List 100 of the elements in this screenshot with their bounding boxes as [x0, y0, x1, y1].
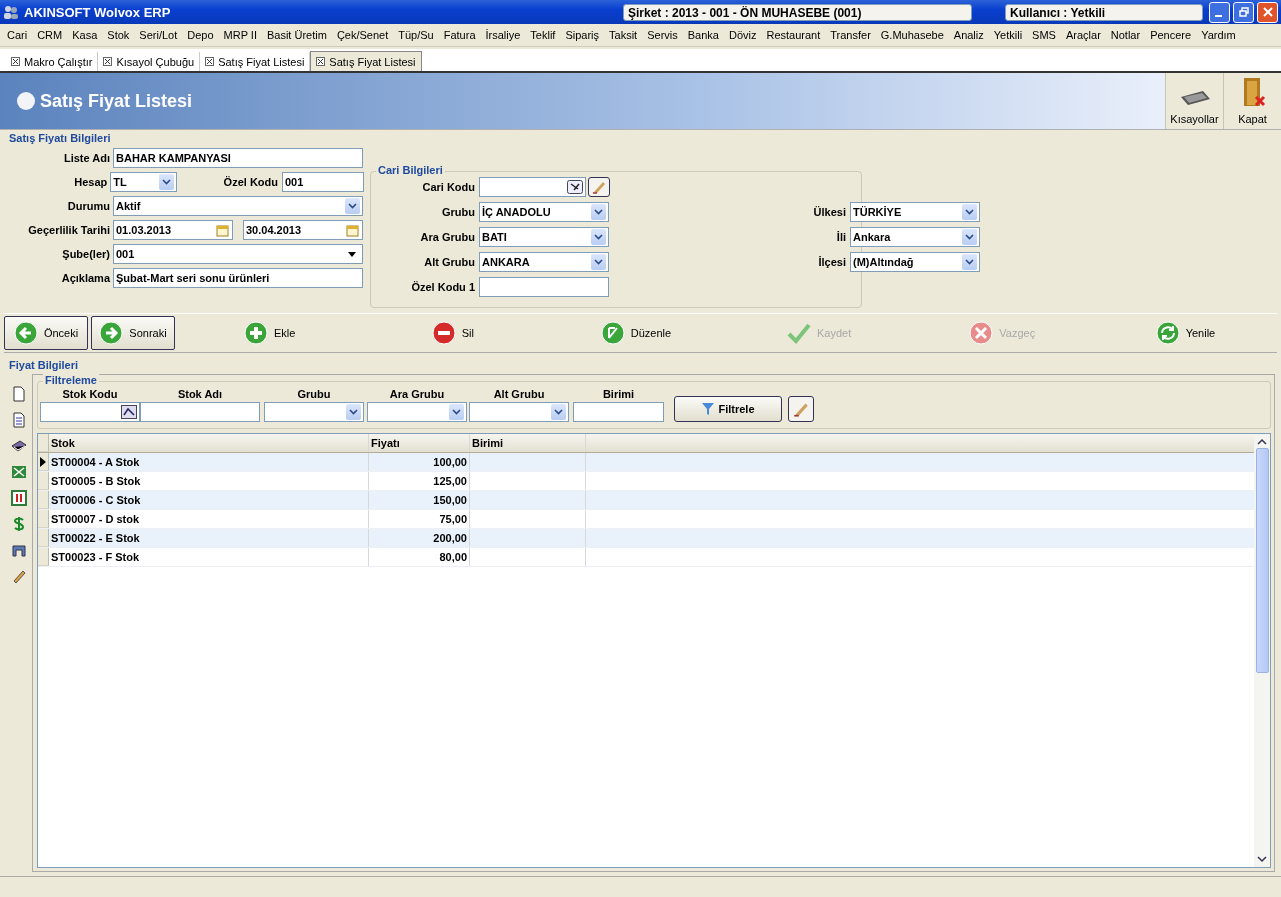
menu-item[interactable]: Sipariş	[560, 29, 605, 41]
eraser-button[interactable]	[788, 396, 814, 422]
dropdown[interactable]: 001	[113, 244, 363, 264]
dropdown[interactable]: BATI	[479, 227, 609, 247]
menu-item[interactable]: Taksit	[604, 29, 643, 41]
field-label: Şube(ler)	[61, 248, 111, 260]
menu-item[interactable]: Teklif	[525, 29, 561, 41]
menu-item[interactable]: MRP II	[218, 29, 262, 41]
dropdown[interactable]	[469, 402, 569, 422]
restore-button[interactable]	[1233, 1, 1254, 23]
input-field[interactable]: BAHAR KAMPANYASI	[113, 148, 363, 168]
plus-icon	[243, 321, 268, 345]
scrollbar[interactable]	[1254, 434, 1270, 867]
menu-item[interactable]: Çek/Senet	[331, 29, 394, 41]
dropdown[interactable]: İÇ ANADOLU	[479, 202, 609, 222]
input-field[interactable]: 001	[282, 172, 364, 192]
menu-item[interactable]: Servis	[642, 29, 683, 41]
checkmark-icon	[786, 321, 811, 345]
date-field[interactable]: 30.04.2013	[243, 220, 363, 240]
input-field[interactable]: Şubat-Mart seri sonu ürünleri	[113, 268, 363, 288]
field-label: İlçesi	[817, 256, 847, 268]
menu-item[interactable]: Kasa	[67, 29, 103, 41]
menu-item[interactable]: CRM	[32, 29, 68, 41]
people-icon	[3, 4, 19, 20]
dropdown[interactable]: Ankara	[850, 227, 980, 247]
menu-item[interactable]: G.Muhasebe	[875, 29, 949, 41]
input-field[interactable]	[573, 402, 664, 422]
field-label: Alt Grubu	[493, 388, 545, 402]
dropdown[interactable]: TL	[110, 172, 177, 192]
field-label: İli	[835, 231, 847, 243]
menu-item[interactable]: Banka	[682, 29, 724, 41]
dropdown[interactable]: Aktif	[113, 196, 363, 216]
eraser-icon	[591, 179, 607, 195]
table-cell: ST00004 - A Stok	[49, 453, 369, 471]
menu-item[interactable]: Notlar	[1105, 29, 1146, 41]
chevron-down-icon[interactable]	[1257, 855, 1267, 863]
tab[interactable]: Makro Çalıştır	[6, 52, 99, 71]
field-label: Özel Kodu	[222, 176, 279, 188]
menu-item[interactable]: Yardım	[1196, 29, 1241, 41]
table-cell: 125,00	[369, 472, 470, 490]
menu-item[interactable]: Seri/Lot	[134, 29, 183, 41]
lookup-icon[interactable]	[567, 180, 583, 194]
menu-item[interactable]: Döviz	[723, 29, 762, 41]
close-button[interactable]	[1257, 1, 1278, 23]
chevron-down-icon	[158, 174, 174, 190]
company-field: Şirket : 2013 - 001 - ÖN MUHASEBE (001)	[623, 3, 972, 21]
scrollbar-thumb[interactable]	[1255, 448, 1269, 673]
filter-button[interactable]: Filtrele	[674, 396, 782, 422]
menu-item[interactable]: Pencere	[1145, 29, 1197, 41]
dropdown[interactable]: TÜRKİYE	[850, 202, 980, 222]
input-field[interactable]	[479, 277, 609, 297]
section-title: Satış Fiyatı Bilgileri	[8, 131, 112, 146]
menu-item[interactable]: Tüp/Su	[393, 29, 439, 41]
lookup-icon[interactable]	[121, 405, 137, 419]
tab[interactable]: Satış Fiyat Listesi	[310, 51, 422, 71]
menu-item[interactable]: Transfer	[825, 29, 876, 41]
chevron-down-icon	[962, 254, 977, 270]
dropdown[interactable]	[264, 402, 364, 422]
menu-item[interactable]: Restaurant	[761, 29, 826, 41]
prev-button[interactable]: Önceki	[4, 316, 88, 350]
chevron-down-icon	[591, 254, 606, 270]
table-cell: ST00006 - C Stok	[49, 491, 369, 509]
menu-item[interactable]: Araçlar	[1060, 29, 1106, 41]
field-label: Grubu	[441, 206, 476, 218]
table-cell: 75,00	[369, 510, 470, 528]
menu-item[interactable]: Basit Üretim	[261, 29, 332, 41]
dropdown[interactable]: (M)Altındağ	[850, 252, 980, 272]
page-title: Satış Fiyat Listesi	[40, 90, 193, 112]
close-icon	[1262, 7, 1273, 17]
chevron-up-icon[interactable]	[1257, 438, 1267, 446]
input-field[interactable]	[40, 402, 140, 422]
field-label: Durumu	[66, 200, 111, 212]
input-field[interactable]	[140, 402, 260, 422]
menu-item[interactable]: SMS	[1027, 29, 1061, 41]
menu-item[interactable]: Yetkili	[988, 29, 1028, 41]
menu-item[interactable]: Cari	[2, 29, 33, 41]
row-indicator[interactable]	[38, 453, 49, 471]
menu-item[interactable]: Fatura	[438, 29, 481, 41]
minimize-button[interactable]	[1209, 1, 1230, 23]
menu-item[interactable]: Stok	[102, 29, 135, 41]
menu-item[interactable]: Depo	[182, 29, 219, 41]
window-title: AKINSOFT Wolvox ERP	[24, 4, 172, 20]
menu-item[interactable]: Analiz	[948, 29, 989, 41]
tab[interactable]: Kısayol Çubuğu	[98, 52, 201, 71]
field-label: Birimi	[602, 388, 635, 402]
eraser-button[interactable]	[588, 177, 610, 197]
field-label: Liste Adı	[62, 152, 111, 164]
next-button[interactable]: Sonraki	[91, 316, 175, 350]
group-title: Cari Bilgileri	[376, 164, 445, 176]
shortcuts-button[interactable]: Kısayollar	[1165, 73, 1223, 129]
arrow-right-icon	[99, 321, 124, 345]
dropdown[interactable]	[367, 402, 467, 422]
field-label: Açıklama	[60, 272, 112, 284]
user-field: Kullanıcı : Yetkili	[1005, 3, 1203, 21]
input-field[interactable]	[479, 177, 586, 197]
close-icon	[103, 57, 113, 66]
menu-item[interactable]: İrsaliye	[480, 29, 526, 41]
close-button[interactable]: Kapat	[1223, 73, 1281, 129]
dropdown[interactable]: ANKARA	[479, 252, 609, 272]
date-field[interactable]: 01.03.2013	[113, 220, 233, 240]
